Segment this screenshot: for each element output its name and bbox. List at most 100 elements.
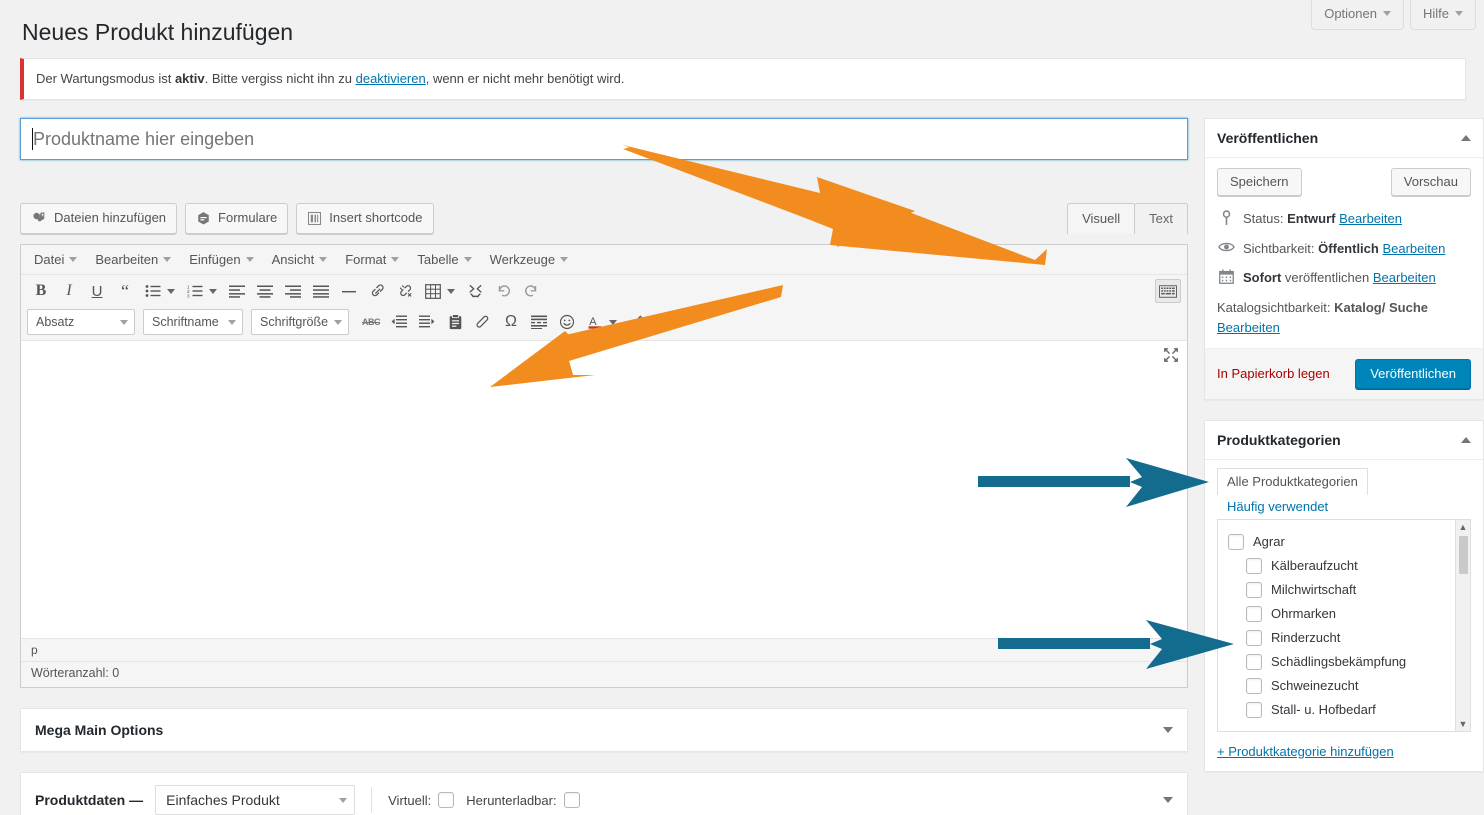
chevron-down-icon[interactable] — [609, 320, 617, 325]
virtual-checkbox[interactable] — [438, 792, 454, 808]
emoji-icon[interactable] — [553, 309, 581, 335]
horizontal-rule-icon[interactable] — [335, 278, 363, 304]
product-title-field-wrapper[interactable] — [20, 118, 1188, 160]
schedule-text: Sofort veröffentlichen Bearbeiten — [1243, 268, 1436, 288]
clear-formatting-icon[interactable] — [469, 309, 497, 335]
unlink-icon[interactable] — [391, 278, 419, 304]
tab-all-categories[interactable]: Alle Produktkategorien — [1217, 468, 1368, 495]
downloadable-checkbox[interactable] — [564, 792, 580, 808]
category-item-agrar[interactable]: Agrar — [1228, 530, 1470, 554]
forms-button[interactable]: Formulare — [185, 203, 288, 234]
menu-einfuegen[interactable]: Einfügen — [180, 247, 262, 272]
category-checklist[interactable]: Agrar Kälberaufzucht Milchwirtschaft Ohr… — [1217, 519, 1471, 732]
post-status-value: Entwurf — [1287, 211, 1335, 226]
add-product-category-link[interactable]: + Produktkategorie hinzufügen — [1217, 744, 1394, 759]
category-item-schweinezucht[interactable]: Schweinezucht — [1228, 674, 1470, 698]
category-item-schaedlingsbekaempfung[interactable]: Schädlingsbekämpfung — [1228, 650, 1470, 674]
scrollbar-thumb[interactable] — [1459, 536, 1468, 574]
product-title-input[interactable] — [33, 120, 1177, 158]
category-checkbox[interactable] — [1246, 606, 1262, 622]
edit-schedule-link[interactable]: Bearbeiten — [1373, 270, 1436, 285]
align-justify-icon[interactable] — [307, 278, 335, 304]
page-break-icon[interactable] — [525, 309, 553, 335]
category-checkbox[interactable] — [1246, 558, 1262, 574]
tab-text[interactable]: Text — [1134, 203, 1188, 234]
redo-icon[interactable] — [517, 278, 545, 304]
move-to-trash-link[interactable]: In Papierkorb legen — [1217, 366, 1330, 381]
align-right-icon[interactable] — [279, 278, 307, 304]
background-color-icon[interactable] — [623, 309, 651, 335]
category-item-stall-hofbedarf[interactable]: Stall- u. Hofbedarf — [1228, 698, 1470, 722]
table-icon[interactable] — [419, 278, 447, 304]
help-button[interactable]: Hilfe — [1410, 0, 1476, 30]
special-character-icon[interactable]: Ω — [497, 309, 525, 335]
numbered-list-icon[interactable]: 123 — [181, 278, 209, 304]
edit-status-link[interactable]: Bearbeiten — [1339, 211, 1402, 226]
edit-visibility-link[interactable]: Bearbeiten — [1382, 241, 1445, 256]
mega-main-options-header[interactable]: Mega Main Options — [21, 709, 1187, 751]
menu-format[interactable]: Format — [336, 247, 408, 272]
add-media-button[interactable]: Dateien hinzufügen — [20, 203, 177, 234]
virtual-checkbox-group[interactable]: Virtuell: — [388, 792, 454, 808]
font-family-select[interactable]: Schriftname — [143, 309, 243, 335]
align-left-icon[interactable] — [223, 278, 251, 304]
chevron-down-icon[interactable] — [209, 289, 217, 294]
category-item-ohrmarken[interactable]: Ohrmarken — [1228, 602, 1470, 626]
paste-as-text-icon[interactable] — [441, 309, 469, 335]
chevron-down-icon[interactable] — [1163, 727, 1173, 733]
product-type-select[interactable]: Einfaches Produkt — [155, 785, 355, 815]
preview-button[interactable]: Vorschau — [1391, 168, 1471, 196]
screen-options-button[interactable]: Optionen — [1311, 0, 1404, 30]
category-item-kaelberaufzucht[interactable]: Kälberaufzucht — [1228, 554, 1470, 578]
read-more-icon[interactable] — [461, 278, 489, 304]
paragraph-format-select[interactable]: Absatz — [27, 309, 135, 335]
scroll-down-icon[interactable]: ▼ — [1459, 717, 1468, 731]
tab-popular-categories[interactable]: Häufig verwendet — [1217, 494, 1337, 520]
strikethrough-icon[interactable]: ABC — [357, 309, 385, 335]
category-list-scrollbar[interactable]: ▲ ▼ — [1455, 520, 1470, 731]
chevron-down-icon[interactable] — [1163, 797, 1173, 803]
menu-ansicht[interactable]: Ansicht — [263, 247, 337, 272]
category-item-rinderzucht[interactable]: Rinderzucht — [1228, 626, 1470, 650]
outdent-icon[interactable] — [385, 309, 413, 335]
scroll-up-icon[interactable]: ▲ — [1459, 520, 1468, 534]
keyboard-shortcuts-icon[interactable] — [1155, 279, 1181, 303]
italic-icon[interactable]: I — [55, 278, 83, 304]
menu-datei[interactable]: Datei — [25, 247, 86, 272]
bullet-list-icon[interactable] — [139, 278, 167, 304]
text-color-icon[interactable]: A — [581, 309, 609, 335]
indent-icon[interactable] — [413, 309, 441, 335]
menu-label: Tabelle — [417, 252, 458, 267]
menu-bearbeiten[interactable]: Bearbeiten — [86, 247, 180, 272]
insert-shortcode-button[interactable]: Insert shortcode — [296, 203, 433, 234]
category-checkbox[interactable] — [1228, 534, 1244, 550]
chevron-down-icon[interactable] — [447, 289, 455, 294]
category-checkbox[interactable] — [1246, 678, 1262, 694]
chevron-up-icon[interactable] — [1461, 135, 1471, 141]
publish-button[interactable]: Veröffentlichen — [1355, 359, 1471, 389]
underline-icon[interactable]: U — [83, 278, 111, 304]
category-checkbox[interactable] — [1246, 582, 1262, 598]
category-checkbox[interactable] — [1246, 630, 1262, 646]
category-item-milchwirtschaft[interactable]: Milchwirtschaft — [1228, 578, 1470, 602]
chevron-down-icon — [334, 320, 342, 325]
link-icon[interactable] — [363, 278, 391, 304]
category-checkbox[interactable] — [1246, 654, 1262, 670]
fullscreen-icon[interactable] — [1163, 347, 1179, 366]
save-draft-button[interactable]: Speichern — [1217, 168, 1302, 196]
align-center-icon[interactable] — [251, 278, 279, 304]
undo-icon[interactable] — [489, 278, 517, 304]
deactivate-maintenance-link[interactable]: deaktivieren — [356, 71, 426, 86]
font-size-select[interactable]: Schriftgröße — [251, 309, 349, 335]
chevron-up-icon[interactable] — [1461, 437, 1471, 443]
menu-werkzeuge[interactable]: Werkzeuge — [481, 247, 578, 272]
category-checkbox[interactable] — [1246, 702, 1262, 718]
tab-visual[interactable]: Visuell — [1067, 203, 1135, 234]
chevron-down-icon[interactable] — [167, 289, 175, 294]
bold-icon[interactable]: B — [27, 278, 55, 304]
downloadable-checkbox-group[interactable]: Herunterladbar: — [466, 792, 579, 808]
blockquote-icon[interactable]: “ — [111, 278, 139, 304]
editor-content-area[interactable] — [21, 341, 1187, 639]
edit-catalog-visibility-link[interactable]: Bearbeiten — [1217, 320, 1280, 335]
menu-tabelle[interactable]: Tabelle — [408, 247, 480, 272]
